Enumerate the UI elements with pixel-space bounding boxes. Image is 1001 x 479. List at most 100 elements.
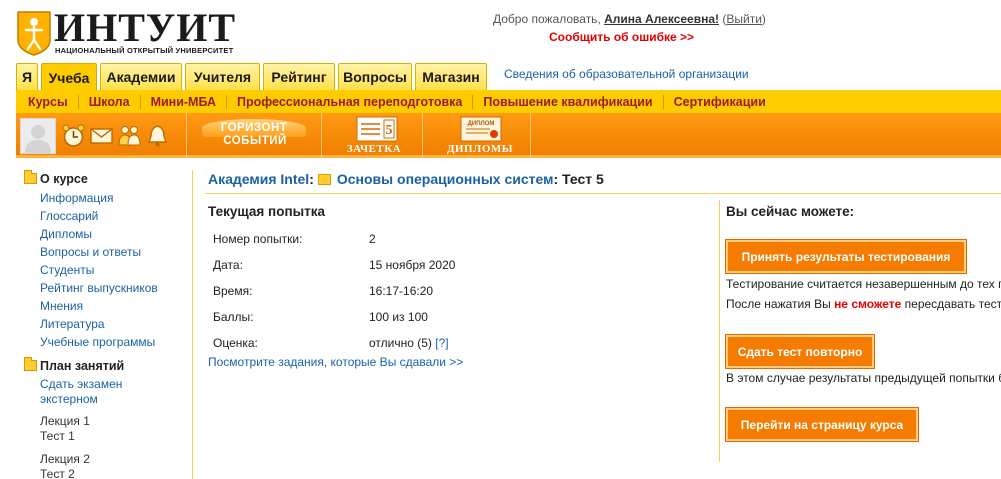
folder-icon xyxy=(317,173,331,185)
sidebar-item-diplomas[interactable]: Дипломы xyxy=(40,225,188,243)
attempt-details: Номер попытки: 2 Дата: 15 ноября 2020 Вр… xyxy=(213,226,455,356)
course-sidebar: О курсе Информация Глоссарий Дипломы Воп… xyxy=(24,170,188,479)
logout-link[interactable]: Выйти xyxy=(726,12,762,26)
submenu-mini-mba[interactable]: Мини-МБА xyxy=(139,94,226,109)
grade-help-link[interactable]: [?] xyxy=(435,336,448,350)
logo-wordmark: ИНТУИТ xyxy=(54,5,237,50)
retake-note: В этом случае результаты предыдущей попы… xyxy=(726,371,1001,385)
user-name-link[interactable]: Алина Алексеевна! xyxy=(604,12,719,26)
attempt-key: Номер попытки: xyxy=(213,232,303,246)
external-exam-line-1: Сдать экзамен xyxy=(40,377,123,391)
attempt-key: Баллы: xyxy=(213,310,254,324)
tab-teachers[interactable]: Учителя xyxy=(185,63,260,90)
submenu-qualification[interactable]: Повышение квалификации xyxy=(472,94,662,109)
after-accept-warning: не сможете xyxy=(834,297,902,311)
tab-me[interactable]: Я xyxy=(16,63,38,90)
tab-academies[interactable]: Академии xyxy=(100,63,182,90)
table-row: Баллы: 100 из 100 xyxy=(213,304,455,330)
report-error-link[interactable]: Сообщить об ошибке >> xyxy=(549,30,694,44)
tab-study[interactable]: Учеба xyxy=(41,63,97,91)
sidebar-plan-list: Сдать экзамен экстерном Лекция 1 Тест 1 … xyxy=(24,377,188,479)
welcome-text: Добро пожаловать, Алина Алексеевна! (Вый… xyxy=(493,12,766,26)
submenu-courses[interactable]: Курсы xyxy=(26,95,78,109)
envelope-icon[interactable] xyxy=(88,122,115,149)
gradebook-mark: 5 xyxy=(386,123,393,138)
list-item: Лекция 1 Тест 1 xyxy=(40,414,188,444)
sidebar-about-list: Информация Глоссарий Дипломы Вопросы и о… xyxy=(24,189,188,351)
diploma-card-text: ДИПЛОМ xyxy=(468,121,495,127)
attempt-key: Оценка: xyxy=(213,336,258,350)
submenu-retraining[interactable]: Профессиональная переподготовка xyxy=(226,94,472,109)
sidebar-item-students[interactable]: Студенты xyxy=(40,261,188,279)
diploma-icon: ДИПЛОМ xyxy=(460,116,502,142)
gradebook-button[interactable]: 5 ЗАЧЕТКА xyxy=(334,113,414,158)
tab-rating[interactable]: Рейтинг xyxy=(263,63,335,90)
accept-results-button[interactable]: Принять результаты тестирования xyxy=(725,239,967,274)
diplomas-label: ДИПЛОМЫ xyxy=(446,143,514,155)
go-to-course-button[interactable]: Перейти на страницу курса xyxy=(725,407,919,442)
orange-toolbar: ГОРИЗОНТ СОБЫТИЙ 5 ЗАЧЕТКА ДИПЛОМ ДИПЛОМ… xyxy=(16,113,1001,158)
study-submenu: Курсы Школа Мини-МБА Профессиональная пе… xyxy=(16,90,1001,113)
logo-subtitle: НАЦИОНАЛЬНЫЙ ОТКРЫТЫЙ УНИВЕРСИТЕТ xyxy=(55,46,234,55)
logout-close-paren: ) xyxy=(761,12,766,26)
sidebar-item-test[interactable]: Тест 2 xyxy=(40,467,188,479)
submenu-certifications[interactable]: Сертификации xyxy=(662,94,776,109)
diplomas-button[interactable]: ДИПЛОМ ДИПЛОМЫ xyxy=(432,113,528,158)
sidebar-section-about[interactable]: О курсе xyxy=(24,170,188,187)
sidebar-item-literature[interactable]: Литература xyxy=(40,315,188,333)
alarm-clock-icon[interactable] xyxy=(60,122,87,149)
sidebar-section-title: План занятий xyxy=(40,358,125,373)
edu-info-link[interactable]: Сведения об образовательной организации xyxy=(504,67,749,81)
sidebar-item-external-exam[interactable]: Сдать экзамен экстерном xyxy=(40,377,188,407)
folder-icon xyxy=(24,357,37,371)
retake-test-button[interactable]: Сдать тест повторно xyxy=(725,334,875,369)
table-row: Время: 16:17-16:20 xyxy=(213,278,455,304)
tab-shop[interactable]: Магазин xyxy=(415,63,487,90)
sidebar-item-qa[interactable]: Вопросы и ответы xyxy=(40,243,188,261)
tab-questions[interactable]: Вопросы xyxy=(338,63,412,90)
list-item: Лекция 2 Тест 2 xyxy=(40,452,188,479)
sidebar-section-plan[interactable]: План занятий xyxy=(24,357,188,374)
breadcrumb-separator: : xyxy=(553,171,559,187)
attempt-value: 16:17-16:20 xyxy=(369,284,434,298)
sidebar-section-title: О курсе xyxy=(40,171,88,186)
user-silhouette-icon xyxy=(25,124,51,153)
attempt-value: отлично (5) xyxy=(369,336,432,350)
sidebar-divider xyxy=(192,170,193,479)
toolbar-icons xyxy=(20,117,172,154)
sidebar-item-info[interactable]: Информация xyxy=(40,189,188,207)
events-horizon-button[interactable]: ГОРИЗОНТ СОБЫТИЙ xyxy=(194,113,316,158)
after-accept-note: После нажатия Вы не сможете пересдавать … xyxy=(726,297,1001,311)
table-row: Оценка: отлично (5) [?] xyxy=(213,330,455,356)
horizon-bottom-label: СОБЫТИЙ xyxy=(223,135,287,147)
toolbar-separator xyxy=(530,113,531,158)
attempt-title: Текущая попытка xyxy=(208,204,325,219)
people-icon[interactable] xyxy=(116,122,143,149)
bell-icon[interactable] xyxy=(144,122,171,149)
submitted-tasks-link[interactable]: Посмотрите задания, которые Вы сдавали >… xyxy=(208,355,463,369)
welcome-prefix: Добро пожаловать, xyxy=(493,12,601,26)
sidebar-item-programs[interactable]: Учебные программы xyxy=(40,333,188,351)
sidebar-item-opinions[interactable]: Мнения xyxy=(40,297,188,315)
avatar[interactable] xyxy=(20,117,56,154)
content-divider xyxy=(205,193,1001,194)
attempt-value: 2 xyxy=(369,232,376,246)
toolbar-separator xyxy=(321,113,322,158)
sidebar-item-graduates-rating[interactable]: Рейтинг выпускников xyxy=(40,279,188,297)
sidebar-item-glossary[interactable]: Глоссарий xyxy=(40,207,188,225)
actions-divider xyxy=(719,200,720,462)
submenu-school[interactable]: Школа xyxy=(77,94,140,109)
breadcrumb-course-link[interactable]: Основы операционных систем xyxy=(337,171,554,187)
sidebar-item-test[interactable]: Тест 1 xyxy=(40,429,188,444)
sidebar-item-lecture[interactable]: Лекция 2 xyxy=(40,452,188,467)
after-accept-prefix: После нажатия Вы xyxy=(726,297,831,311)
breadcrumb: Академия Intel: Основы операционных сист… xyxy=(208,171,604,187)
breadcrumb-academy-link[interactable]: Академия Intel xyxy=(208,171,309,187)
intuit-logo[interactable]: ИНТУИТ НАЦИОНАЛЬНЫЙ ОТКРЫТЫЙ УНИВЕРСИТЕТ xyxy=(16,5,240,62)
attempt-value: 15 ноября 2020 xyxy=(369,258,456,272)
sidebar-item-lecture[interactable]: Лекция 1 xyxy=(40,414,188,429)
page-title: Тест 5 xyxy=(562,171,604,187)
attempt-value: 100 из 100 xyxy=(369,310,428,324)
logo-seal-icon xyxy=(17,11,51,56)
after-accept-suffix: пересдавать тест xyxy=(904,297,1001,311)
